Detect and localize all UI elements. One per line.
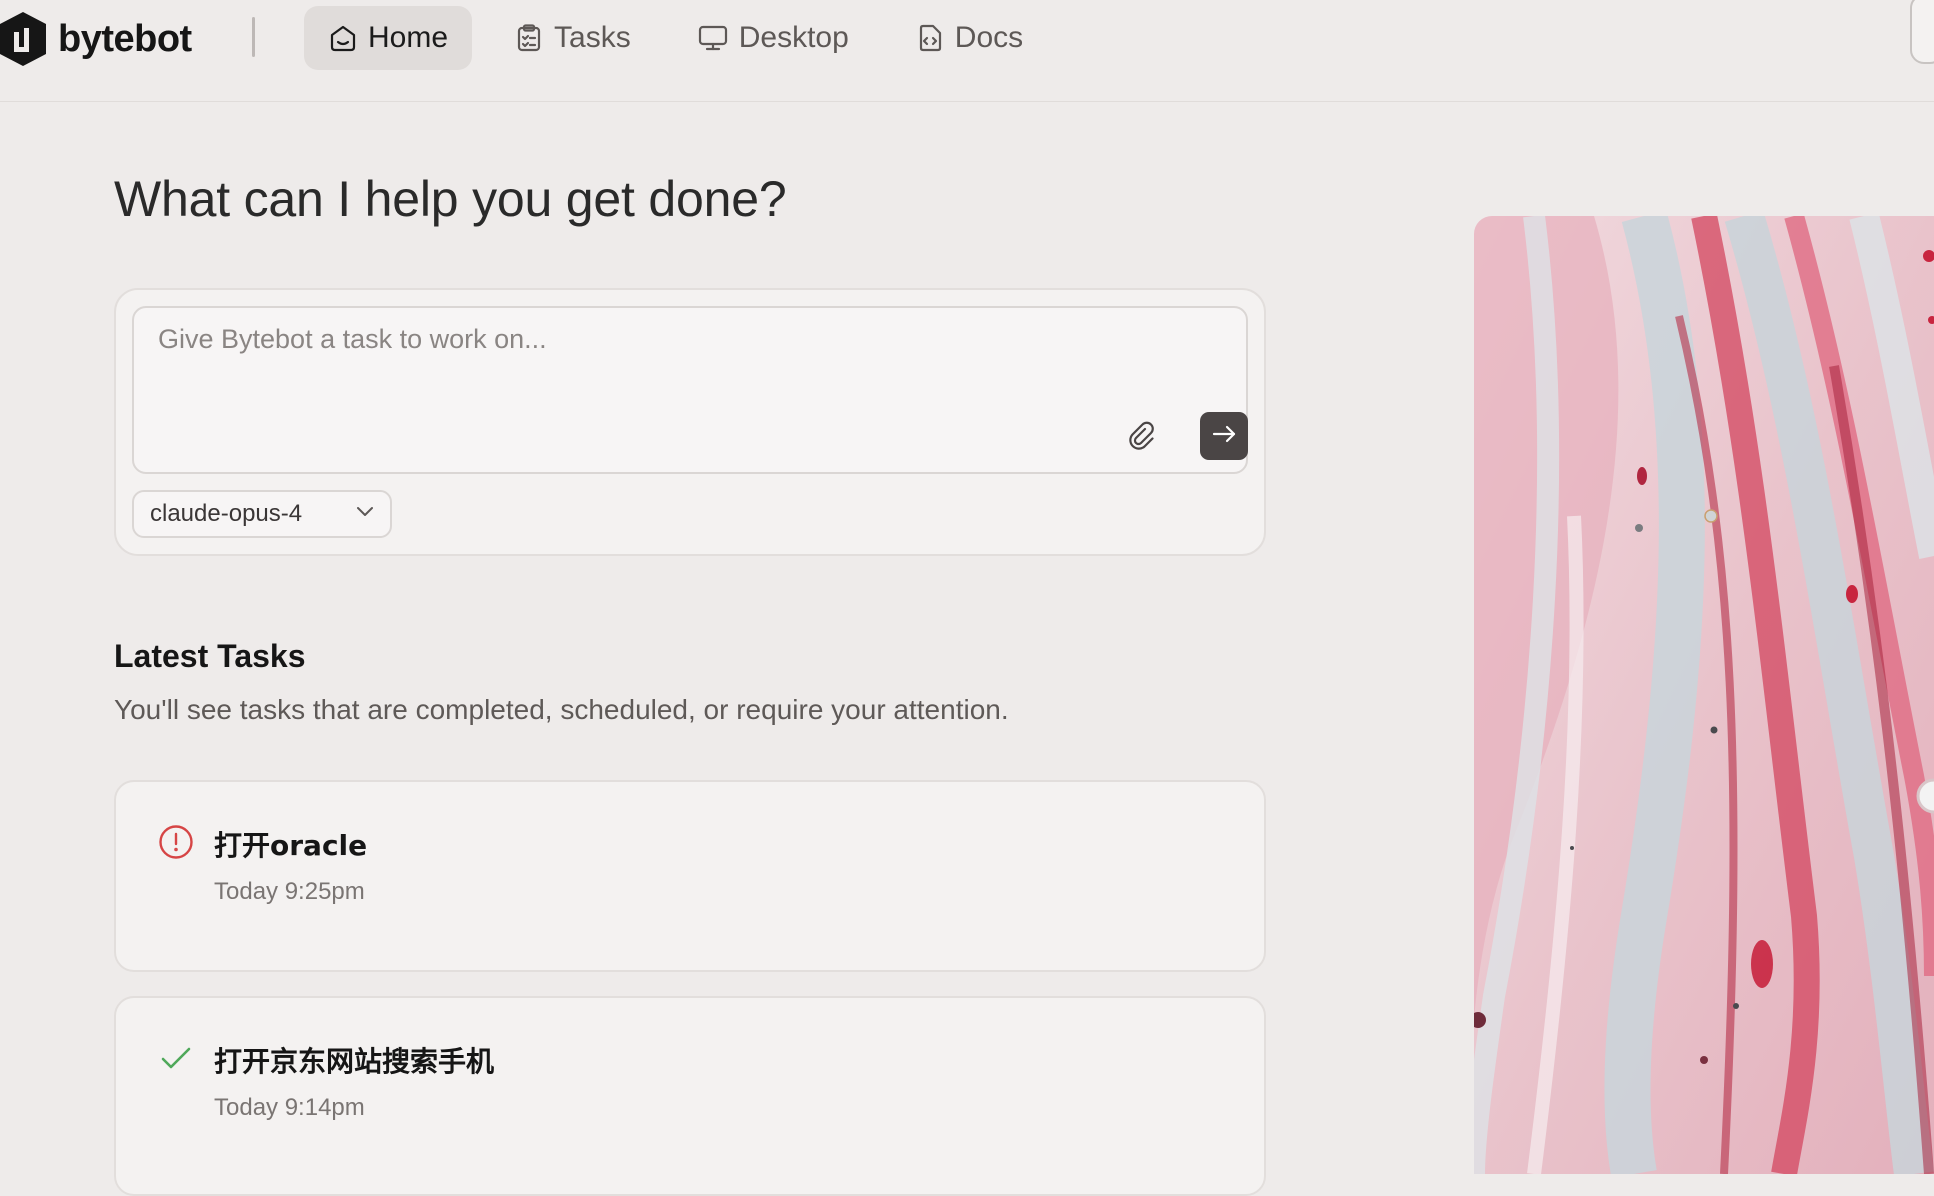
latest-tasks-title: Latest Tasks [114,638,306,674]
doc-code-icon [915,23,945,53]
clipboard-icon [514,23,544,53]
window-control[interactable] [1910,0,1934,64]
chevron-down-icon [354,500,376,529]
top-navigation: bytebot Home Tasks Desktop Docs [0,0,1934,102]
nav-item-desktop[interactable]: Desktop [673,6,873,70]
task-timestamp: Today 9:14pm [214,1094,365,1121]
send-button[interactable] [1200,412,1248,460]
nav-item-label: Docs [954,21,1024,54]
latest-tasks-subtitle: You'll see tasks that are completed, sch… [114,694,1009,725]
task-composer: claude-opus-4 [114,288,1266,556]
monitor-icon [697,23,729,53]
paperclip-icon [1126,420,1158,457]
model-select[interactable]: claude-opus-4 [132,490,392,538]
page-title: What can I help you get done? [114,171,787,227]
task-title: 打开oracle [214,829,368,862]
nav-item-label: Home [368,21,449,54]
attach-button[interactable] [1122,418,1162,458]
brand-logo[interactable]: bytebot [0,10,192,68]
task-input-box[interactable] [132,306,1248,474]
hero-marble-image [1474,216,1934,1174]
task-card[interactable]: 打开oracle Today 9:25pm [114,780,1266,972]
nav-item-docs[interactable]: Docs [891,6,1047,70]
home-icon [328,23,358,53]
task-timestamp: Today 9:25pm [214,878,365,905]
nav-item-label: Desktop [738,21,849,54]
bytebot-logo-icon [0,10,46,68]
nav-item-tasks[interactable]: Tasks [490,6,655,70]
task-title: 打开京东网站搜索手机 [214,1045,495,1078]
nav-divider [252,17,255,57]
model-select-value: claude-opus-4 [150,500,303,527]
alert-circle-icon [158,824,194,860]
nav-item-home[interactable]: Home [304,6,473,70]
task-card[interactable]: 打开京东网站搜索手机 Today 9:14pm [114,996,1266,1196]
main-nav: Home Tasks Desktop Docs [304,6,1047,70]
task-input[interactable] [158,324,1058,355]
nav-item-label: Tasks [554,21,631,54]
brand-name: bytebot [58,17,192,60]
check-icon [158,1040,194,1076]
arrow-right-icon [1210,420,1238,453]
